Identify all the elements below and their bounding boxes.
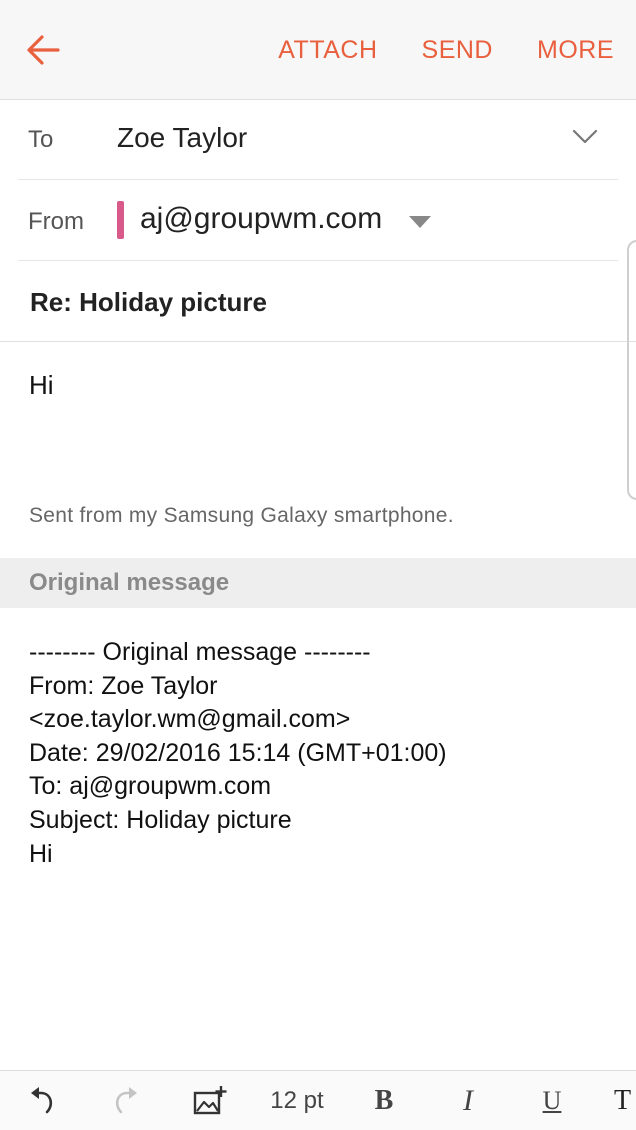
subject-field[interactable]: Re: Holiday picture	[30, 287, 267, 318]
quoted-line: From: Zoe Taylor	[29, 671, 218, 700]
signature[interactable]: Sent from my Samsung Galaxy smartphone.	[29, 504, 454, 528]
quoted-line: To: aj@groupwm.com	[29, 772, 272, 801]
dropdown-caret-icon[interactable]	[408, 214, 432, 230]
message-body[interactable]: Hi	[29, 370, 54, 401]
italic-button[interactable]: I	[446, 1071, 490, 1130]
edge-panel-handle[interactable]	[627, 240, 636, 500]
attach-button[interactable]: ATTACH	[278, 36, 377, 65]
underline-button[interactable]: U	[530, 1071, 574, 1130]
redo-button[interactable]	[104, 1071, 148, 1130]
back-button[interactable]	[22, 28, 66, 72]
subject-row[interactable]: Re: Holiday picture	[0, 261, 636, 342]
quoted-line: Subject: Holiday picture	[29, 805, 292, 834]
send-button[interactable]: SEND	[422, 36, 493, 65]
bold-button[interactable]: B	[362, 1071, 406, 1130]
quoted-line: Hi	[29, 839, 53, 868]
from-row[interactable]: From aj@groupwm.com	[18, 180, 618, 261]
arrow-left-icon	[27, 35, 60, 65]
font-size-button[interactable]: 12 pt	[262, 1071, 332, 1130]
top-action-bar: ATTACH SEND MORE	[0, 0, 636, 100]
quoted-line: <zoe.taylor.wm@gmail.com>	[29, 705, 351, 734]
original-message-header: Original message	[0, 558, 636, 608]
chevron-down-icon[interactable]	[572, 128, 598, 146]
undo-button[interactable]	[20, 1071, 64, 1130]
quoted-line: Date: 29/02/2016 15:14 (GMT+01:00)	[29, 738, 447, 767]
email-compose-screen: ATTACH SEND MORE To Zoe Taylor From aj@g…	[0, 0, 636, 1130]
quoted-original-message[interactable]: -------- Original message -------- From:…	[29, 636, 447, 871]
from-label: From	[28, 208, 84, 235]
account-color-marker	[117, 201, 124, 239]
to-label: To	[28, 126, 54, 153]
from-account[interactable]: aj@groupwm.com	[140, 202, 382, 236]
to-row[interactable]: To Zoe Taylor	[18, 100, 618, 180]
insert-image-icon	[193, 1086, 227, 1115]
to-recipient[interactable]: Zoe Taylor	[117, 122, 247, 154]
more-button[interactable]: MORE	[537, 36, 614, 65]
text-style-button[interactable]: T	[614, 1071, 636, 1130]
action-group: ATTACH SEND MORE	[234, 0, 614, 100]
redo-icon	[115, 1087, 137, 1114]
formatting-toolbar: 12 pt B I U T	[0, 1070, 636, 1130]
undo-icon	[31, 1087, 53, 1114]
quoted-line: -------- Original message --------	[29, 638, 371, 666]
original-message-label: Original message	[29, 569, 230, 596]
insert-image-button[interactable]	[188, 1071, 232, 1130]
